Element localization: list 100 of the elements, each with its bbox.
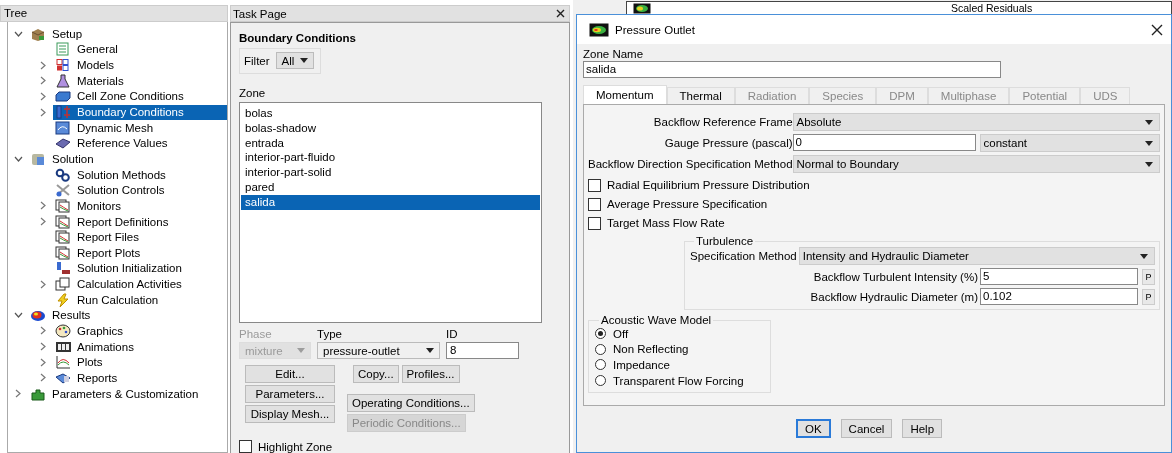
checkbox[interactable]	[588, 197, 601, 211]
button[interactable]: Display Mesh...	[245, 405, 335, 423]
sphere-icon	[30, 308, 46, 323]
checkbox[interactable]	[588, 216, 601, 230]
tree-item[interactable]: Dynamic Mesh	[53, 120, 227, 136]
tree-item[interactable]: Parameters & Customization	[28, 386, 227, 402]
type-dropdown[interactable]: pressure-outlet	[317, 342, 440, 359]
button[interactable]: Edit...	[245, 365, 335, 383]
chevron-down-icon[interactable]	[13, 155, 23, 162]
tree-item[interactable]: Solution Controls	[53, 182, 227, 198]
graphics-tab[interactable]: Scaled Residuals	[626, 1, 1172, 14]
checkbox[interactable]	[239, 440, 252, 453]
button[interactable]: Help	[902, 419, 943, 438]
button[interactable]: Parameters...	[245, 385, 335, 403]
mesh-icon	[55, 120, 71, 135]
zone-name-field[interactable]: salida	[583, 61, 1001, 78]
dropdown[interactable]: constant	[979, 134, 1160, 152]
tree-item[interactable]: Report Definitions	[53, 214, 227, 229]
tree-item[interactable]: Plots	[53, 354, 227, 370]
tree-item[interactable]: Models	[53, 57, 227, 73]
tree-item[interactable]: Setup	[28, 26, 227, 42]
chevron-right-icon[interactable]	[40, 342, 46, 352]
tab-title: Scaled Residuals	[951, 3, 1033, 13]
calculator-icon	[30, 151, 46, 166]
radio-button[interactable]	[595, 343, 606, 355]
field-label: Filter	[244, 54, 270, 67]
chevron-right-icon[interactable]	[40, 107, 46, 117]
tree-item[interactable]: Animations	[53, 339, 227, 355]
chevron-right-icon[interactable]	[40, 76, 46, 86]
list-item[interactable]: bolas-shadow	[241, 120, 540, 136]
chevron-down-icon[interactable]	[13, 30, 23, 37]
report-icon	[55, 370, 71, 385]
tree-item[interactable]: Materials	[53, 73, 227, 89]
chart-icon	[55, 198, 71, 213]
tree-item[interactable]: Cell Zone Conditions	[53, 88, 227, 104]
chevron-right-icon[interactable]	[40, 201, 46, 211]
checkbox[interactable]	[588, 178, 601, 192]
tree-item[interactable]: Calculation Activities	[53, 276, 227, 292]
id-field[interactable]: 8	[446, 342, 519, 359]
caret-icon	[1145, 140, 1153, 146]
contour-icon	[633, 2, 651, 14]
radio-button[interactable]	[595, 359, 606, 371]
parameter-button[interactable]: P	[1142, 288, 1155, 305]
list-item[interactable]: interior-part-fluido	[241, 150, 540, 166]
list-item[interactable]: entrada	[241, 135, 540, 151]
chevron-right-icon[interactable]	[40, 357, 46, 367]
field-label: Backflow Hydraulic Diameter (m)	[810, 290, 978, 303]
filter-dropdown[interactable]: All	[275, 52, 315, 69]
radio-button[interactable]	[595, 328, 606, 340]
tree-item[interactable]: Report Files	[53, 229, 227, 245]
list-item[interactable]: bolas	[241, 106, 540, 121]
list-item[interactable]: interior-part-solid	[241, 165, 540, 180]
button[interactable]: Profiles...	[401, 365, 460, 383]
input-field[interactable]: 5	[980, 268, 1138, 285]
field-label: Backflow Direction Specification Method	[588, 158, 793, 170]
button[interactable]: Operating Conditions...	[347, 394, 475, 412]
dropdown[interactable]: Absolute	[792, 113, 1160, 131]
chevron-right-icon[interactable]	[40, 217, 46, 226]
tab[interactable]: Thermal	[666, 87, 735, 104]
button[interactable]: OK	[795, 419, 831, 438]
chevron-right-icon[interactable]	[40, 326, 46, 336]
list-item[interactable]: pared	[241, 180, 540, 195]
button[interactable]: Copy...	[353, 365, 399, 383]
tree-item[interactable]: General	[53, 41, 227, 57]
button[interactable]: Cancel	[840, 419, 893, 438]
close-icon[interactable]	[556, 9, 565, 18]
parameter-button[interactable]: P	[1142, 268, 1155, 285]
tree-item[interactable]: Boundary Conditions	[53, 104, 227, 120]
radio-button[interactable]	[595, 375, 606, 387]
tree-item[interactable]: Monitors	[53, 198, 227, 214]
tree-item[interactable]: Run Calculation	[53, 292, 227, 308]
tree-item[interactable]: Solution	[28, 151, 227, 167]
tree-item[interactable]: Results	[28, 307, 227, 323]
tree-item[interactable]: Graphics	[53, 323, 227, 339]
dropdown[interactable]: Normal to Boundary	[792, 155, 1160, 173]
close-icon[interactable]	[1151, 23, 1163, 36]
chevron-down-icon[interactable]	[13, 312, 23, 319]
chevron-right-icon[interactable]	[40, 60, 46, 70]
tree-item[interactable]: Report Plots	[53, 245, 227, 261]
field-label: Phase	[239, 328, 273, 340]
chevron-right-icon[interactable]	[40, 279, 46, 289]
panel-icon	[55, 105, 71, 119]
radio-label: Transparent Flow Forcing	[613, 374, 744, 387]
chevron-right-icon[interactable]	[40, 373, 46, 383]
input-field[interactable]: 0	[792, 134, 976, 151]
tree-item[interactable]: Solution Initialization	[53, 260, 227, 276]
chart-icon	[55, 214, 71, 229]
documents-icon	[55, 277, 71, 292]
input-field[interactable]: 0.102	[980, 288, 1138, 305]
chevron-right-icon[interactable]	[15, 389, 21, 399]
tools-icon	[55, 183, 71, 198]
tab[interactable]: Momentum	[583, 85, 667, 104]
tree-item[interactable]: Solution Methods	[53, 167, 227, 183]
dropdown[interactable]: Intensity and Hydraulic Diameter	[798, 247, 1155, 265]
field-label: Backflow Reference Frame	[652, 116, 793, 128]
tree-item[interactable]: Reference Values	[53, 135, 227, 151]
list-item[interactable]: salida	[241, 194, 540, 210]
chevron-right-icon[interactable]	[40, 91, 46, 101]
caret-icon	[1145, 161, 1153, 167]
tree-item[interactable]: Reports	[53, 370, 227, 386]
